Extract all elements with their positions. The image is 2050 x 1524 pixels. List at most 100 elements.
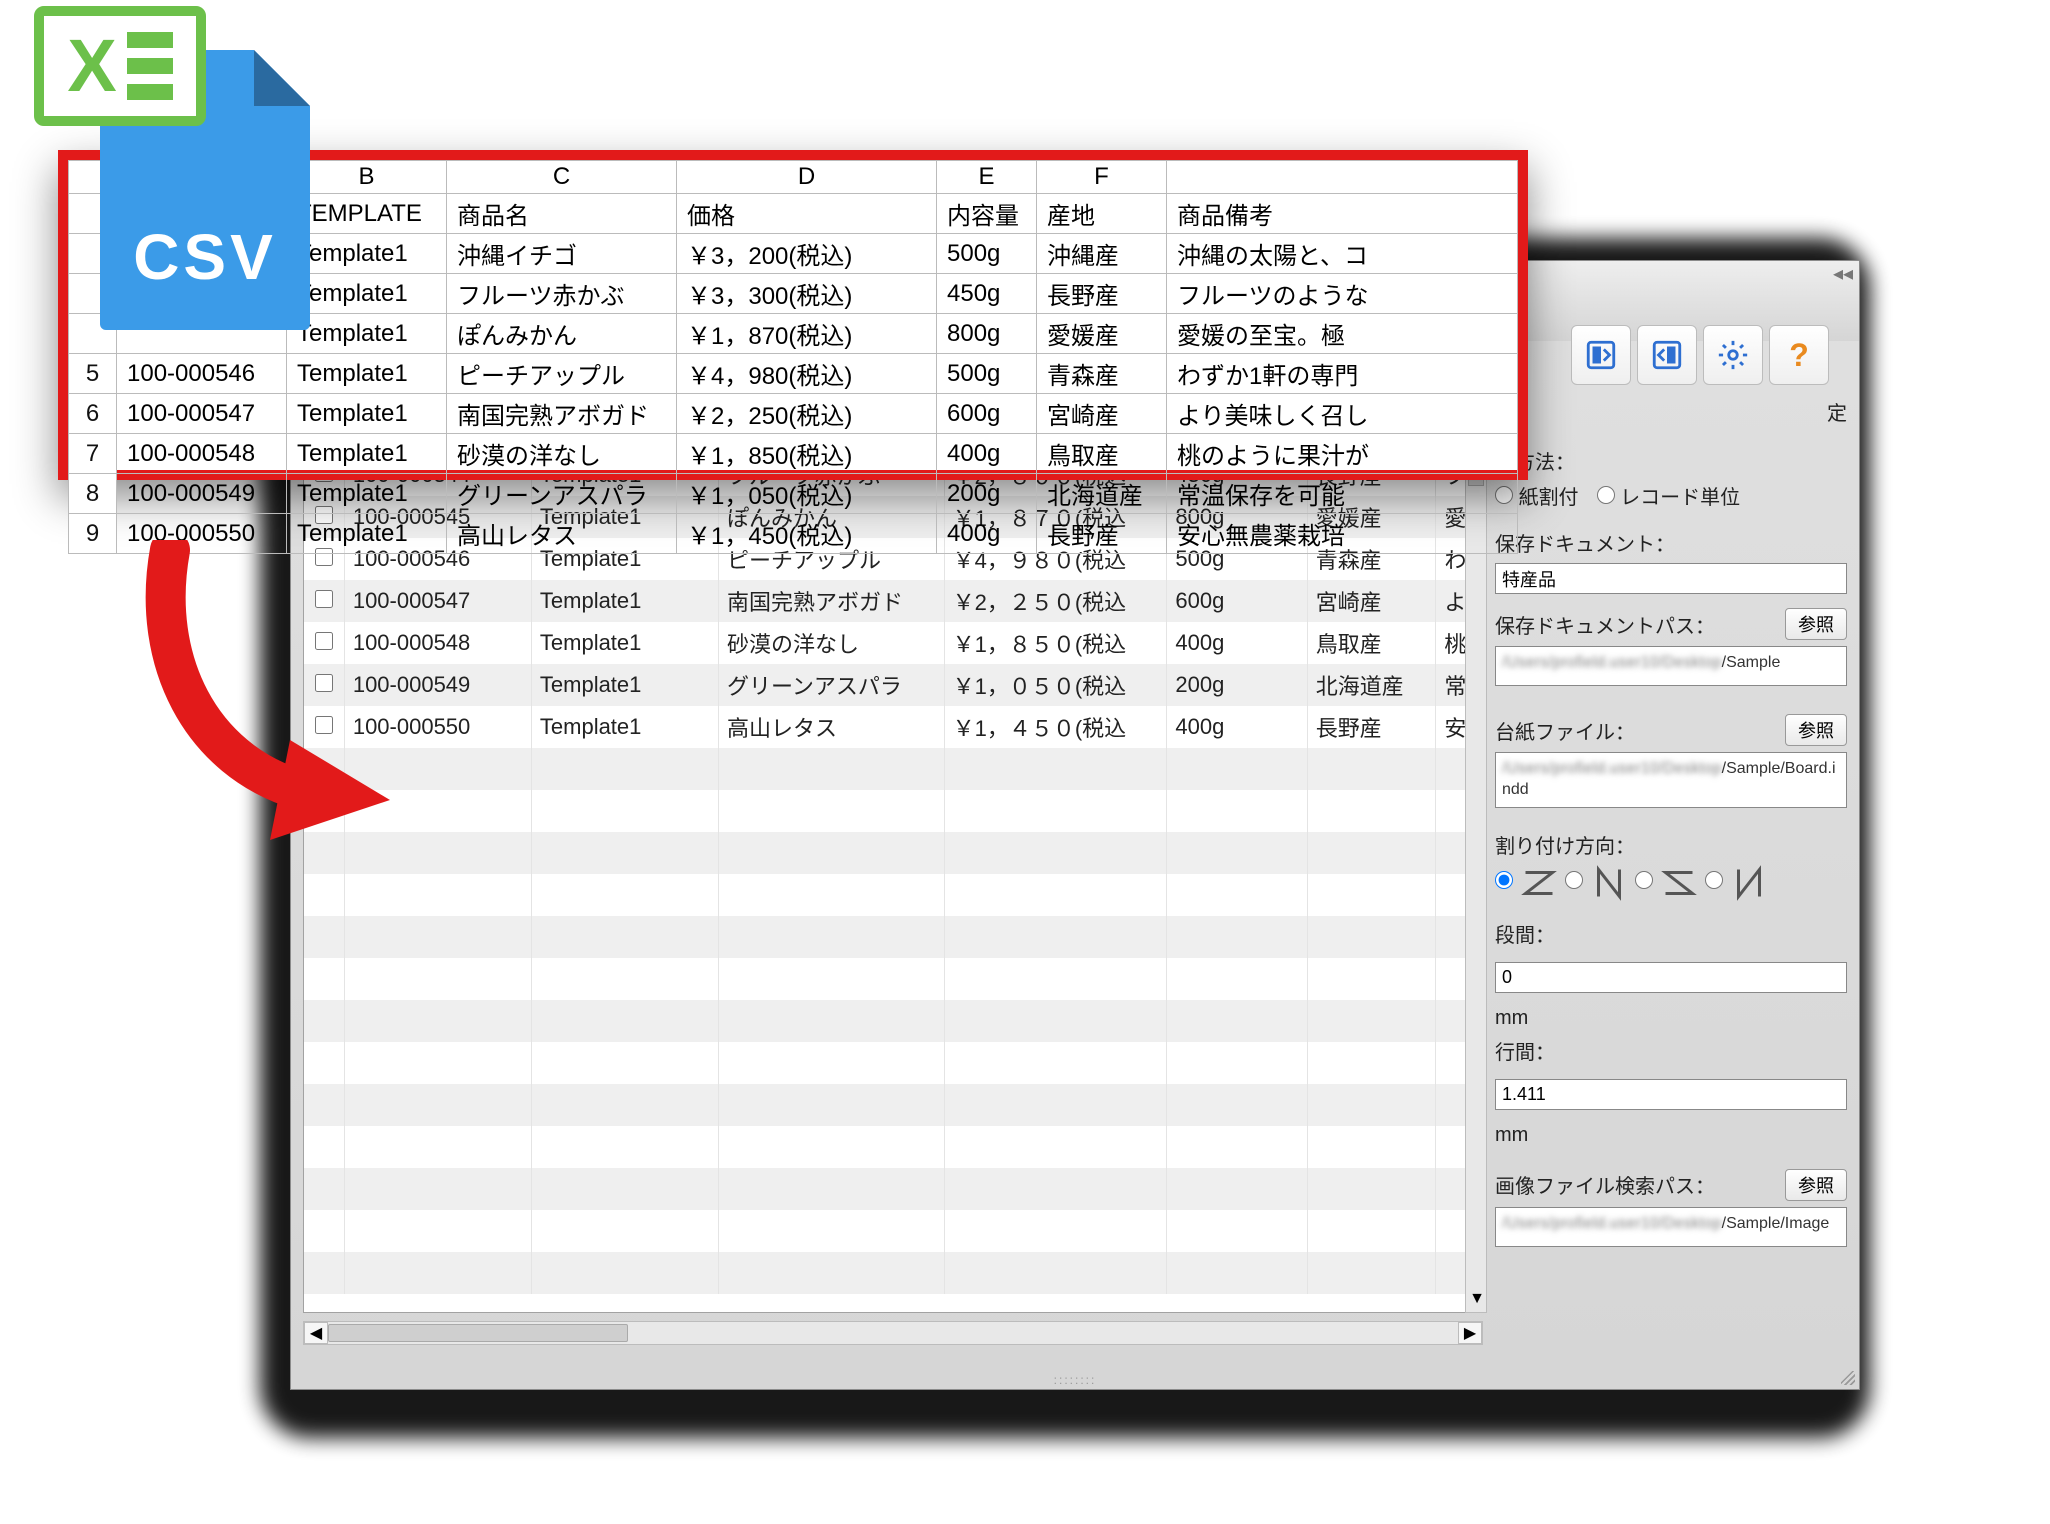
table-row-empty [304,916,1482,958]
window-resize-grip-icon[interactable] [1837,1367,1857,1387]
table-cell: ￥1，４５０(税込 [944,706,1167,748]
sheet-cell: Template1 [287,434,447,474]
sheet-row: 8100-000549Template1グリーンアスパラ￥1，050(税込)20… [69,474,1518,514]
direction-option-4[interactable] [1705,871,1723,895]
sheet-cell: フルーツのような [1167,274,1518,314]
table-row-empty [304,1168,1482,1210]
record-grid[interactable]: 100-000544Template1フルーツ赤かぶ￥2，８００(税込450g長… [303,453,1483,1313]
sheet-cell: 沖縄産 [1037,234,1167,274]
save-doc-path-value: /Users/profield.user10/Desktop/Sample [1495,646,1847,686]
sheet-cell: Template1 [287,354,447,394]
sheet-cell: 南国完熟アボガド [447,394,677,434]
sheet-cell: 桃のように果汁が [1167,434,1518,474]
column-letter: E [937,161,1037,194]
sheet-cell: 500g [937,354,1037,394]
table-cell: 600g [1167,580,1307,622]
sheet-cell: 400g [937,434,1037,474]
header-cell: 産地 [1037,194,1167,234]
browse-image-path-button[interactable]: 参照 [1785,1169,1847,1201]
sheet-cell: 100-000546 [117,354,287,394]
header-cell: 商品備考 [1167,194,1518,234]
table-row-empty [304,1000,1482,1042]
csv-file-label: CSV [100,220,310,294]
sheet-cell: より美味しく召し [1167,394,1518,434]
sheet-cell: 400g [937,514,1037,554]
col-gap-input[interactable] [1495,962,1847,993]
row-gap-input[interactable] [1495,1079,1847,1110]
table-cell: 400g [1167,706,1307,748]
table-row[interactable]: 100-000548Template1砂漠の洋なし￥1，８５０(税込400g鳥取… [304,622,1482,664]
hscroll-track[interactable] [328,1322,1458,1344]
sheet-cell: ￥3，300(税込) [677,274,937,314]
table-row[interactable]: 100-000547Template1南国完熟アボガド￥2，２５０(税込600g… [304,580,1482,622]
vertical-scrollbar[interactable]: ▼ [1465,453,1487,1313]
column-letter [1167,161,1518,194]
sheet-cell: 100-000549 [117,474,287,514]
browse-board-file-button[interactable]: 参照 [1785,714,1847,746]
table-cell: ￥1，０５０(税込 [944,664,1167,706]
table-row-empty [304,1084,1482,1126]
settings-button[interactable] [1703,325,1763,385]
sheet-cell: 450g [937,274,1037,314]
red-arrow-icon [130,540,390,840]
sheet-cell: 常温保存を可能 [1167,474,1518,514]
table-row-empty [304,790,1482,832]
output-option-record[interactable]: レコード単位 [1597,481,1741,510]
direction-option-3[interactable] [1635,871,1653,895]
table-row-empty [304,1042,1482,1084]
table-row-empty [304,1126,1482,1168]
table-cell: 長野産 [1307,706,1436,748]
hscroll-thumb[interactable] [328,1324,628,1342]
sheet-cell: 800g [937,314,1037,354]
sheet-cell: 7 [69,434,117,474]
sheet-row: 6100-000547Template1南国完熟アボガド￥2，250(税込)60… [69,394,1518,434]
table-cell: 高山レタス [718,706,944,748]
direction-option-1[interactable] [1495,871,1513,895]
save-doc-label: 保存ドキュメント： [1495,528,1675,557]
sheet-cell: 9 [69,514,117,554]
table-cell: 宮崎産 [1307,580,1436,622]
sheet-cell: ￥1，050(税込) [677,474,937,514]
direction-option-2[interactable] [1565,871,1583,895]
resize-grip-dots[interactable]: :::::::: [1015,1373,1135,1387]
panel-collapse-icon[interactable]: ◂◂ [1831,263,1855,283]
scroll-right-icon[interactable]: ▶ [1458,1322,1482,1344]
csv-file-icon: CSV X [20,0,310,350]
sheet-row: 5100-000546Template1ピーチアップル￥4，980(税込)500… [69,354,1518,394]
horizontal-scrollbar[interactable]: ◀ ▶ [303,1321,1483,1345]
image-path-value: /Users/profield.user10/Desktop/Sample/Im… [1495,1207,1847,1247]
layout-a-button[interactable] [1571,325,1631,385]
direction-options [1495,865,1847,901]
table-cell: ￥2，２５０(税込 [944,580,1167,622]
table-cell: 南国完熟アボガド [718,580,944,622]
sheet-cell: 600g [937,394,1037,434]
sheet-cell: ￥1，450(税込) [677,514,937,554]
sheet-cell: 沖縄イチゴ [447,234,677,274]
sheet-row: 7100-000548Template1砂漠の洋なし￥1，850(税込)400g… [69,434,1518,474]
scroll-left-icon[interactable]: ◀ [304,1322,328,1344]
direction-revz-icon [1661,865,1697,901]
sheet-cell: 長野産 [1037,514,1167,554]
sheet-cell: 500g [937,234,1037,274]
direction-revn-icon [1731,865,1767,901]
sheet-cell: 砂漠の洋なし [447,434,677,474]
layout-b-button[interactable] [1637,325,1697,385]
help-button[interactable]: ? [1769,325,1829,385]
header-cell: 内容量 [937,194,1037,234]
table-row-empty [304,1210,1482,1252]
scroll-down-icon[interactable]: ▼ [1466,1288,1488,1310]
column-letter: D [677,161,937,194]
browse-save-path-button[interactable]: 参照 [1785,608,1847,640]
table-cell: 北海道産 [1307,664,1436,706]
settings-panel: 定 力方法： 紙割付 レコード単位 保存ドキュメント： 保存ドキュメントパス： … [1495,391,1847,1341]
header-cell: TEMPLATE [287,194,447,234]
table-row-empty [304,748,1482,790]
table-row-empty [304,958,1482,1000]
table-row[interactable]: 100-000550Template1高山レタス￥1，４５０(税込400g長野産… [304,706,1482,748]
direction-z-icon [1521,865,1557,901]
table-cell: Template1 [531,622,718,664]
save-doc-input[interactable] [1495,563,1847,594]
header-cell: 価格 [677,194,937,234]
sheet-cell: 5 [69,354,117,394]
table-row[interactable]: 100-000549Template1グリーンアスパラ￥1，０５０(税込200g… [304,664,1482,706]
